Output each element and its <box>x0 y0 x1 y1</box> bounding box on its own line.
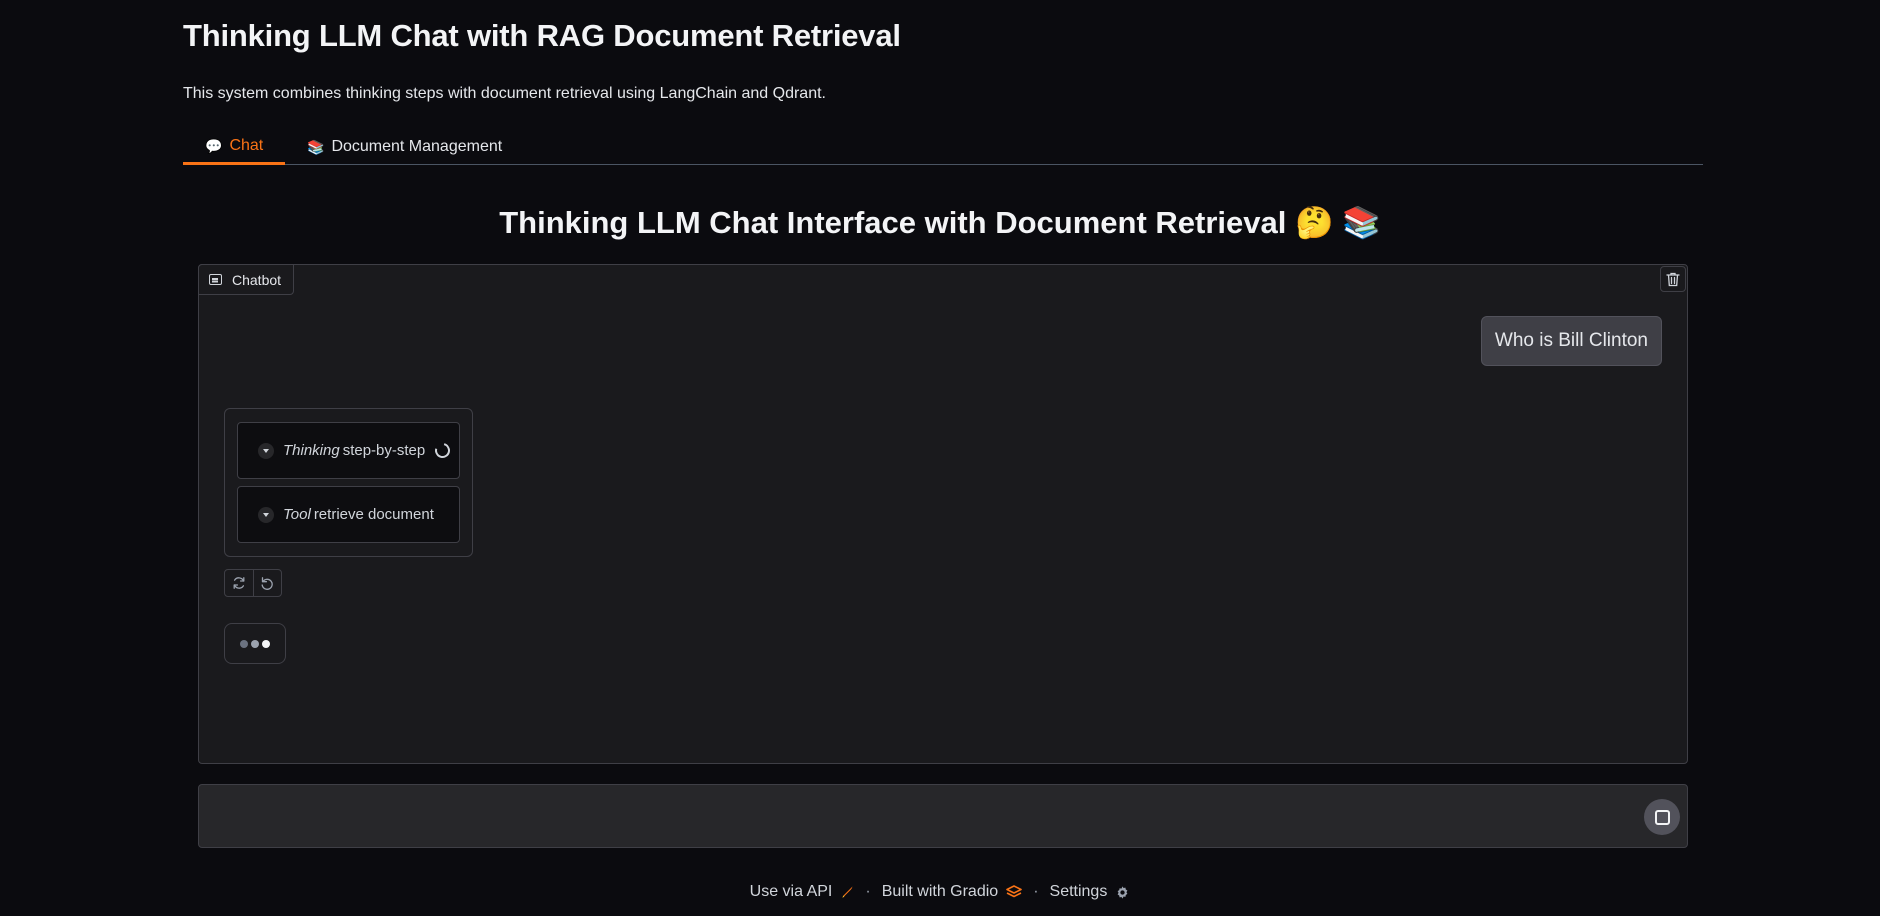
books-icon: 📚 <box>307 138 325 155</box>
chevron-down-icon <box>258 442 274 459</box>
settings-link[interactable]: Settings <box>1050 883 1131 901</box>
gear-icon <box>1117 885 1128 899</box>
chat-icon <box>209 274 222 285</box>
footer-separator: · <box>1033 883 1039 900</box>
use-via-api-label: Use via API <box>749 883 833 900</box>
gradio-logo-icon <box>1006 885 1022 898</box>
message-actions <box>224 569 282 597</box>
app-title: Thinking LLM Chat with RAG Document Retr… <box>183 18 901 53</box>
tool-accordion[interactable]: Tool retrieve document <box>237 486 460 543</box>
user-message: Who is Bill Clinton <box>1480 316 1662 366</box>
tab-bar: 💬 Chat 📚 Document Management <box>183 130 1703 165</box>
chatbot-panel: Chatbot Who is Bill Clinton Thinking ste… <box>198 264 1688 764</box>
typing-dot <box>240 639 248 648</box>
thinking-text: step-by-step <box>342 442 426 459</box>
retry-icon <box>233 577 245 589</box>
footer: Use via API · Built with Gradio · Settin… <box>0 883 1880 901</box>
tool-text: retrieve document <box>313 506 434 523</box>
message-input[interactable] <box>215 801 1595 833</box>
settings-label: Settings <box>1049 883 1108 900</box>
typing-dot <box>262 639 270 648</box>
chat-heading: Thinking LLM Chat Interface with Documen… <box>499 205 1381 240</box>
typing-dot <box>251 639 259 648</box>
thinking-accordion[interactable]: Thinking step-by-step <box>237 422 460 479</box>
undo-button[interactable] <box>252 570 281 596</box>
tab-chat-label: Chat <box>229 137 264 154</box>
tool-kind: Tool <box>283 506 311 523</box>
tab-document-management-label: Document Management <box>331 138 503 155</box>
tab-chat[interactable]: 💬 Chat <box>183 130 285 165</box>
use-via-api-link[interactable]: Use via API <box>750 883 855 901</box>
chevron-down-icon <box>258 506 274 523</box>
typing-indicator <box>224 623 286 664</box>
app-page: Thinking LLM Chat with RAG Document Retr… <box>0 0 1880 916</box>
retry-button[interactable] <box>225 570 253 596</box>
built-with-gradio-link[interactable]: Built with Gradio <box>882 883 1023 901</box>
rocket-icon <box>842 886 853 898</box>
chatbot-label: Chatbot <box>198 264 294 295</box>
chatbot-label-text: Chatbot <box>232 271 282 288</box>
thinking-kind: Thinking <box>283 442 340 459</box>
stop-button[interactable] <box>1644 799 1680 835</box>
undo-icon <box>262 577 274 590</box>
footer-separator: · <box>865 883 871 900</box>
bot-message: Thinking step-by-step Tool retrieve docu… <box>224 408 473 557</box>
tab-document-management[interactable]: 📚 Document Management <box>307 130 502 164</box>
clear-chat-button[interactable] <box>1660 266 1686 292</box>
app-subtitle: This system combines thinking steps with… <box>183 85 826 102</box>
stop-icon <box>1654 809 1670 825</box>
trash-icon <box>1666 272 1680 286</box>
speech-bubble-icon: 💬 <box>205 137 223 154</box>
built-with-gradio-label: Built with Gradio <box>881 883 999 900</box>
message-input-box <box>198 784 1688 848</box>
loading-spinner-icon <box>432 440 453 461</box>
